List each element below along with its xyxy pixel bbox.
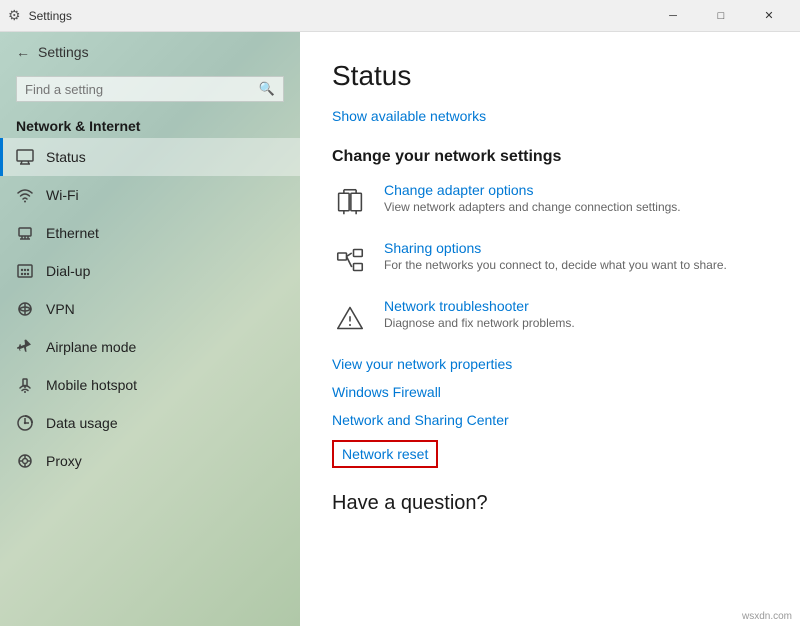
sidebar-item-status[interactable]: Status	[0, 138, 300, 176]
sidebar-item-ethernet-label: Ethernet	[46, 225, 99, 241]
close-button[interactable]: ✕	[746, 0, 792, 32]
network-sharing-center-link[interactable]: Network and Sharing Center	[332, 412, 768, 428]
minimize-button[interactable]: ─	[650, 0, 696, 32]
adapter-options-desc: View network adapters and change connect…	[384, 200, 768, 214]
adapter-icon	[332, 184, 368, 220]
troubleshooter-icon	[332, 300, 368, 336]
sidebar-item-ethernet[interactable]: Ethernet	[0, 214, 300, 252]
network-reset-container: Network reset	[332, 440, 768, 480]
sidebar-item-wifi[interactable]: Wi-Fi	[0, 176, 300, 214]
watermark: wsxdn.com	[742, 611, 792, 622]
back-label: Settings	[38, 44, 89, 60]
back-button[interactable]: ← Settings	[0, 32, 300, 72]
sidebar-item-datausage-label: Data usage	[46, 415, 118, 431]
sidebar-item-datausage[interactable]: Data usage	[0, 404, 300, 442]
title-bar: ⚙ Settings ─ □ ✕	[0, 0, 800, 32]
sidebar-item-airplane-label: Airplane mode	[46, 339, 136, 355]
sidebar-item-hotspot-label: Mobile hotspot	[46, 377, 137, 393]
wifi-icon	[16, 186, 34, 204]
troubleshooter-desc: Diagnose and fix network problems.	[384, 316, 768, 330]
sidebar-item-vpn[interactable]: VPN	[0, 290, 300, 328]
page-title: Status	[332, 60, 768, 92]
sidebar-section-title: Network & Internet	[0, 110, 300, 138]
search-input[interactable]	[25, 82, 259, 97]
windows-firewall-link[interactable]: Windows Firewall	[332, 384, 768, 400]
monitor-icon	[16, 148, 34, 166]
link-list: View your network properties Windows Fir…	[332, 356, 768, 428]
show-available-networks-link[interactable]: Show available networks	[332, 108, 486, 124]
back-arrow-icon: ←	[16, 44, 30, 60]
sidebar-item-dialup-label: Dial-up	[46, 263, 90, 279]
maximize-button[interactable]: □	[698, 0, 744, 32]
change-network-section-title: Change your network settings	[332, 148, 768, 166]
dialup-icon	[16, 262, 34, 280]
sharing-options-item: Sharing options For the networks you con…	[332, 240, 768, 278]
title-bar-controls: ─ □ ✕	[650, 0, 792, 32]
search-box[interactable]: 🔍	[16, 76, 284, 102]
sharing-options-text: Sharing options For the networks you con…	[384, 240, 768, 272]
adapter-options-name[interactable]: Change adapter options	[384, 182, 768, 198]
sharing-icon	[332, 242, 368, 278]
view-network-properties-link[interactable]: View your network properties	[332, 356, 768, 372]
have-question-title: Have a question?	[332, 492, 768, 515]
sidebar-item-proxy[interactable]: Proxy	[0, 442, 300, 480]
title-bar-left: ⚙ Settings	[8, 7, 72, 24]
sidebar-item-airplane[interactable]: Airplane mode	[0, 328, 300, 366]
sharing-options-name[interactable]: Sharing options	[384, 240, 768, 256]
adapter-options-text: Change adapter options View network adap…	[384, 182, 768, 214]
main-content: Status Show available networks Change yo…	[300, 32, 800, 626]
data-usage-icon	[16, 414, 34, 432]
troubleshooter-text: Network troubleshooter Diagnose and fix …	[384, 298, 768, 330]
search-icon: 🔍	[259, 81, 275, 97]
vpn-icon	[16, 300, 34, 318]
app-container: ← Settings 🔍 Network & Internet Status	[0, 32, 800, 626]
sidebar-item-hotspot[interactable]: Mobile hotspot	[0, 366, 300, 404]
network-reset-link[interactable]: Network reset	[332, 440, 438, 468]
sidebar-item-wifi-label: Wi-Fi	[46, 187, 79, 203]
adapter-options-item: Change adapter options View network adap…	[332, 182, 768, 220]
sidebar-item-proxy-label: Proxy	[46, 453, 82, 469]
airplane-icon	[16, 338, 34, 356]
ethernet-icon	[16, 224, 34, 242]
settings-icon: ⚙	[8, 7, 21, 24]
sidebar: ← Settings 🔍 Network & Internet Status	[0, 32, 300, 626]
hotspot-icon	[16, 376, 34, 394]
troubleshooter-item: Network troubleshooter Diagnose and fix …	[332, 298, 768, 336]
troubleshooter-name[interactable]: Network troubleshooter	[384, 298, 768, 314]
title-bar-title: Settings	[29, 9, 72, 23]
sharing-options-desc: For the networks you connect to, decide …	[384, 258, 768, 272]
sidebar-item-dialup[interactable]: Dial-up	[0, 252, 300, 290]
sidebar-item-status-label: Status	[46, 149, 86, 165]
proxy-icon	[16, 452, 34, 470]
sidebar-item-vpn-label: VPN	[46, 301, 75, 317]
